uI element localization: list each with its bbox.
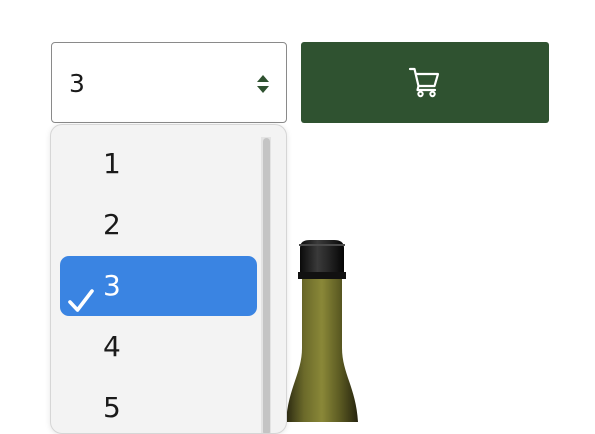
- quantity-option-3[interactable]: 3: [60, 256, 257, 316]
- option-label: 2: [103, 208, 121, 241]
- wine-bottle-image: [280, 238, 364, 422]
- checkmark-icon: [68, 274, 94, 312]
- dropdown-scrollbar-thumb[interactable]: [263, 138, 270, 433]
- quantity-option-1[interactable]: 1: [60, 134, 257, 194]
- option-label: 3: [103, 269, 121, 302]
- add-to-cart-button[interactable]: [301, 42, 549, 123]
- option-label: 4: [103, 330, 121, 363]
- up-down-chevron-icon: [256, 74, 270, 94]
- quantity-option-5[interactable]: 5: [60, 378, 257, 433]
- quantity-dropdown-list[interactable]: 1 2 3 4 5: [50, 124, 287, 434]
- quantity-option-2[interactable]: 2: [60, 195, 257, 255]
- quantity-select[interactable]: 3: [51, 42, 287, 123]
- option-label: 5: [103, 391, 121, 424]
- option-label: 1: [103, 147, 121, 180]
- quantity-select-value: 3: [69, 69, 85, 98]
- quantity-option-4[interactable]: 4: [60, 317, 257, 377]
- shopping-cart-icon: [408, 65, 442, 99]
